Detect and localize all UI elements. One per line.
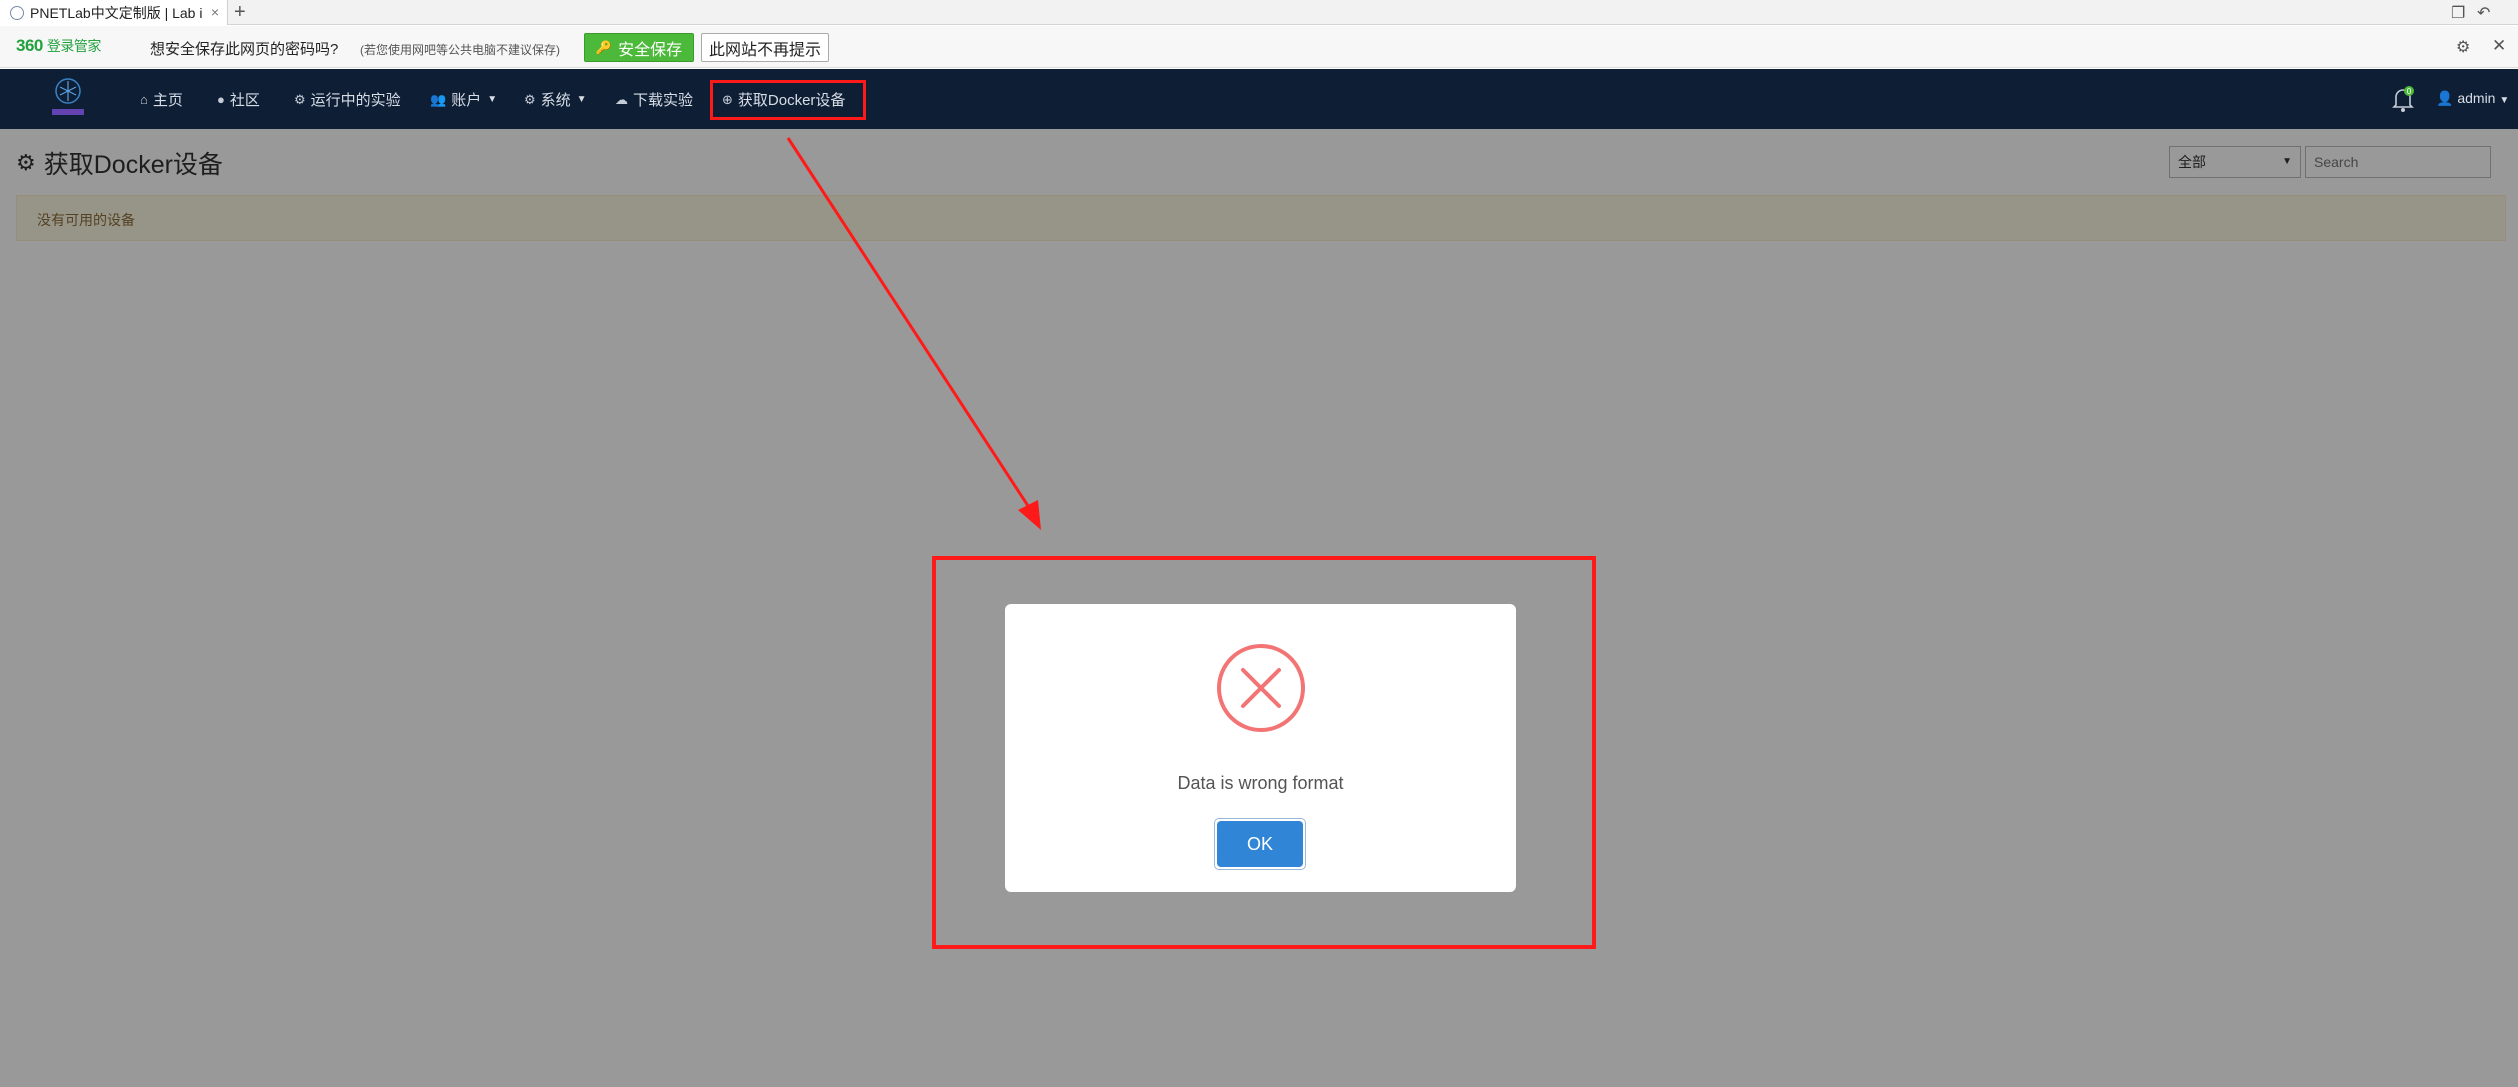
gear-icon[interactable]: ⚙ (2456, 37, 2470, 57)
favicon-icon (10, 5, 24, 20)
home-icon: ⌂ (140, 92, 148, 107)
nav-home[interactable]: ⌂ 主页 (140, 89, 183, 110)
logo-360: 360 登录管家 (16, 36, 101, 55)
tab-title: PNETLab中文定制版 | Lab is S (30, 4, 202, 21)
svg-text:0: 0 (2407, 87, 2412, 96)
key-icon: 🔑 (595, 39, 613, 55)
nav-account[interactable]: 👥 账户 ▼ (430, 89, 497, 110)
nav-download-labs[interactable]: ☁ 下载实验 (615, 89, 693, 110)
password-save-bar: 360 登录管家 想安全保存此网页的密码吗? (若您使用网吧等公共电脑不建议保存)… (0, 26, 2518, 68)
close-icon[interactable]: ✕ (2492, 36, 2506, 56)
nav-running-labs[interactable]: ⚙ 运行中的实验 (294, 89, 401, 110)
undo-icon[interactable]: ↶ (2477, 3, 2490, 23)
nav-system[interactable]: ⚙ 系统 ▼ (524, 89, 587, 110)
cogs-icon: ⚙ (294, 91, 306, 107)
user-name: admin (2457, 90, 2496, 106)
user-icon: 👤 (2436, 90, 2454, 106)
globe-icon: ● (217, 92, 225, 107)
browser-tab[interactable]: PNETLab中文定制版 | Lab is S × (0, 0, 228, 25)
users-icon: 👥 (430, 91, 447, 107)
save-password-question: 想安全保存此网页的密码吗? (150, 41, 339, 58)
notification-bell-icon[interactable]: 0 (2390, 85, 2416, 113)
brand-logo[interactable] (38, 75, 98, 123)
cloud-download-icon: ☁ (615, 91, 628, 107)
tab-close-icon[interactable]: × (211, 4, 219, 20)
safe-save-label: 安全保存 (618, 41, 683, 59)
chevron-down-icon: ▼ (487, 94, 498, 105)
gear-icon: ⚙ (524, 91, 536, 107)
user-menu[interactable]: 👤 admin ▼ (2436, 90, 2509, 107)
restore-window-icon[interactable]: ❐ (2451, 3, 2465, 23)
new-tab-button[interactable]: + (234, 1, 246, 23)
nav-community[interactable]: ● 社区 (217, 89, 260, 110)
annotation-highlight-dialog (932, 556, 1596, 949)
chevron-down-icon: ▼ (2499, 95, 2510, 106)
app-navbar: ⌂ 主页 ● 社区 ⚙ 运行中的实验 👥 账户 ▼ ⚙ 系统 ▼ ☁ 下载实验 … (0, 69, 2518, 129)
save-password-note: (若您使用网吧等公共电脑不建议保存) (360, 43, 560, 57)
chevron-down-icon: ▼ (576, 94, 587, 105)
dont-ask-again-button[interactable]: 此网站不再提示 (701, 33, 829, 62)
annotation-highlight-nav (710, 80, 866, 120)
browser-tab-strip: PNETLab中文定制版 | Lab is S × + ❐ ↶ (0, 0, 2518, 25)
safe-save-button[interactable]: 🔑 安全保存 (584, 33, 694, 62)
